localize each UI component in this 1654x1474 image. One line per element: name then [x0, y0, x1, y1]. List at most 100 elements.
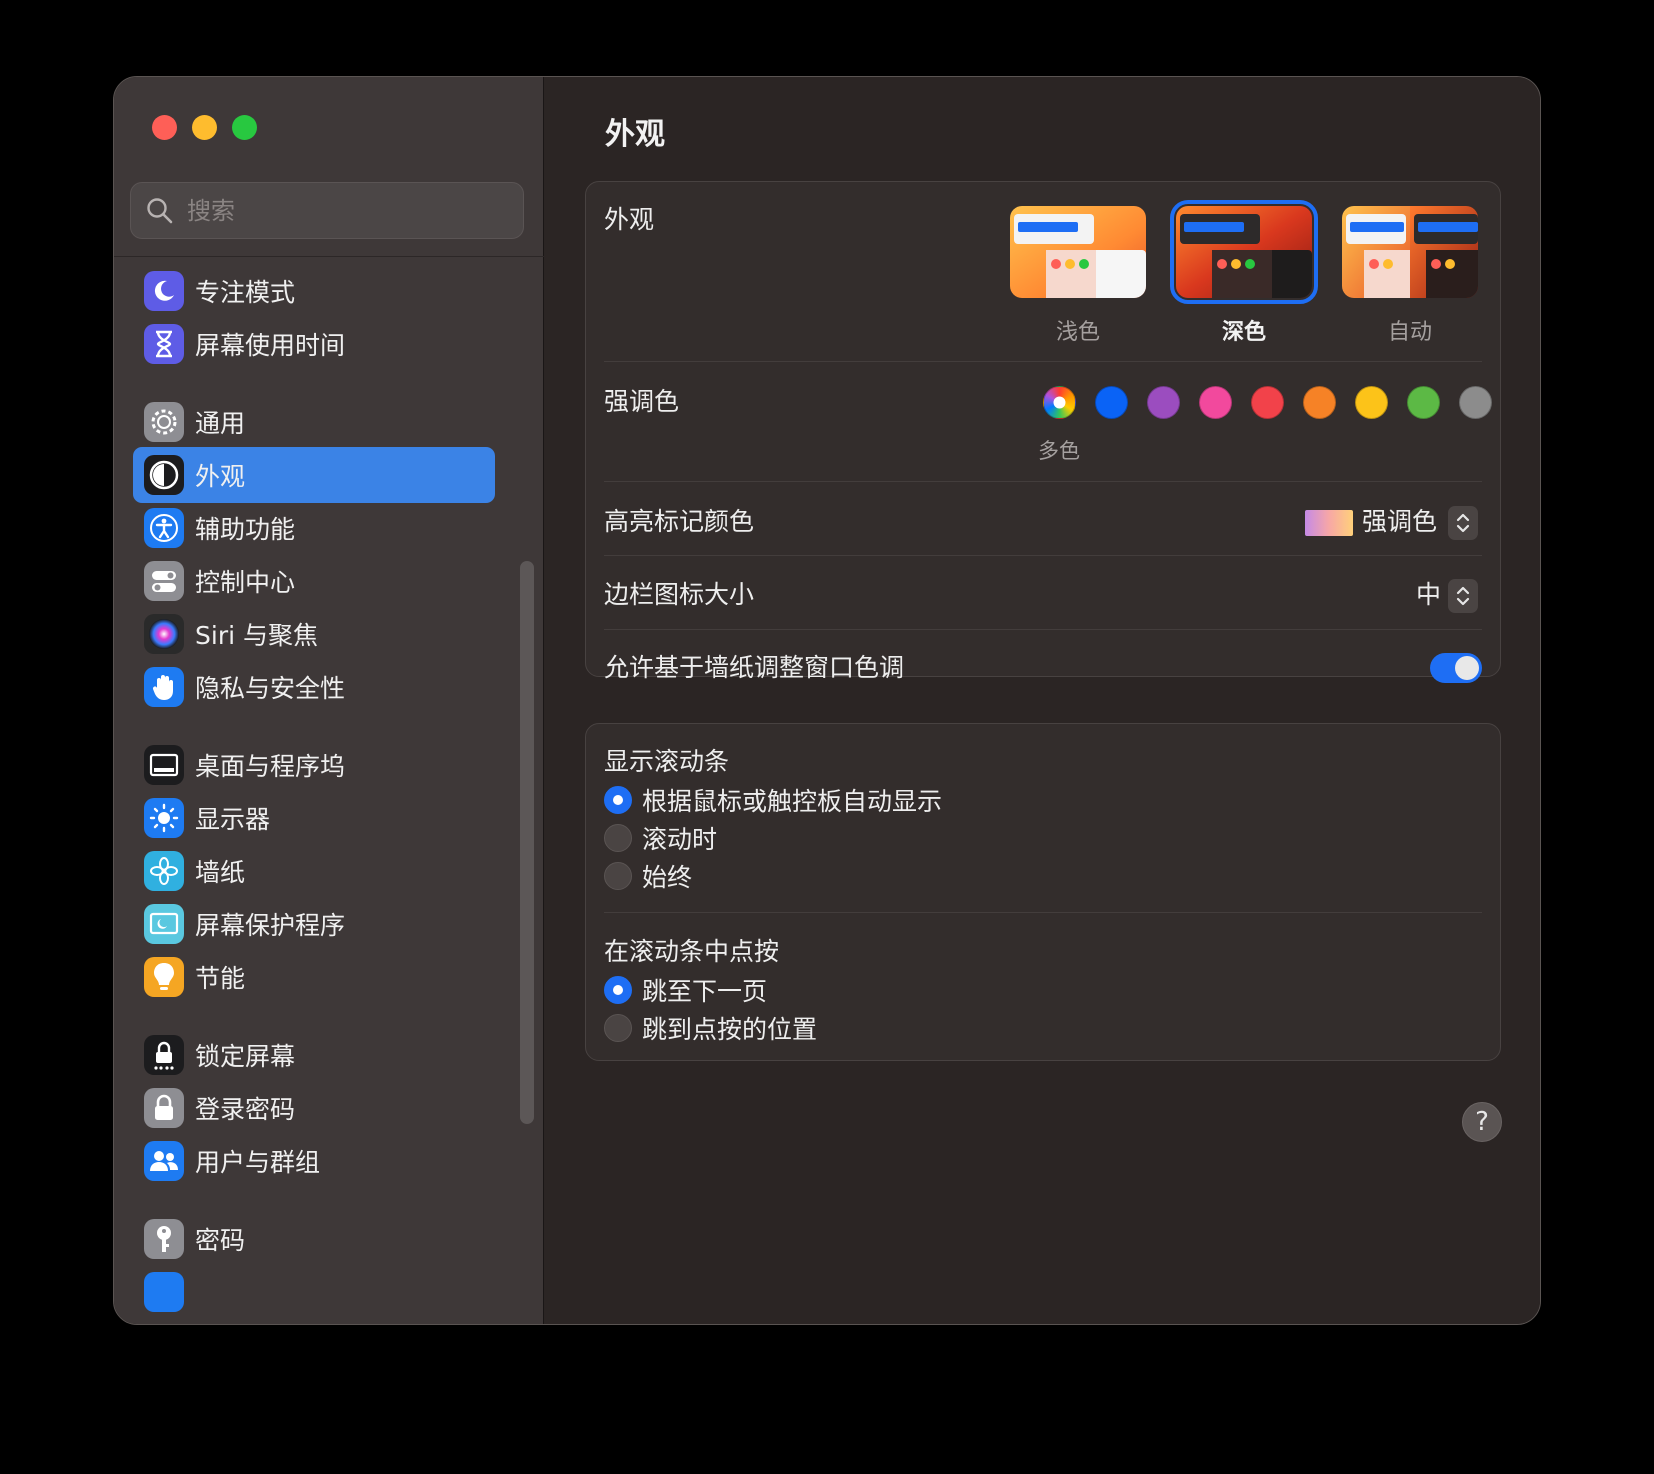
- lock-icon: [144, 1088, 184, 1128]
- radio-button[interactable]: [604, 824, 632, 852]
- sidebar-item-screensaver[interactable]: 屏幕保护程序: [133, 896, 495, 952]
- minimize-button[interactable]: [192, 115, 217, 140]
- sidebar-item-login-password[interactable]: 登录密码: [133, 1080, 495, 1136]
- sidebar-item-appearance[interactable]: 外观: [133, 447, 495, 503]
- scrollbar-auto-option[interactable]: 根据鼠标或触控板自动显示: [604, 782, 942, 818]
- accent-orange-swatch[interactable]: [1303, 386, 1336, 419]
- accent-blue-swatch[interactable]: [1095, 386, 1128, 419]
- moon-icon: [144, 271, 184, 311]
- main-pane: 外观 外观 浅色 深色 自动 强调色 多色 高亮标记颜色 强调色 边栏图标大小 …: [545, 77, 1540, 1324]
- highlight-color-swatch: [1305, 510, 1353, 536]
- appearance-light-option[interactable]: [1010, 206, 1146, 298]
- sidebar-item-label: 辅助功能: [195, 515, 296, 544]
- sidebar-item-control-center[interactable]: 控制中心: [133, 553, 495, 609]
- partial-item-icon: [144, 1272, 184, 1312]
- sidebar-item-focus[interactable]: 专注模式: [133, 263, 495, 319]
- window-controls: [152, 115, 257, 140]
- accent-red-swatch[interactable]: [1251, 386, 1284, 419]
- sidebar: 专注模式 屏幕使用时间 通用 外观: [114, 77, 544, 1324]
- appearance-card: 外观 浅色 深色 自动 强调色 多色 高亮标记颜色 强调色 边栏图标大小 中 允…: [585, 181, 1501, 683]
- sidebar-icon-size-stepper[interactable]: [1448, 579, 1478, 613]
- sidebar-item-screen-time[interactable]: 屏幕使用时间: [133, 316, 495, 372]
- sidebar-item-label: Siri 与聚焦: [195, 621, 318, 650]
- lock-screen-icon: [144, 1035, 184, 1075]
- scrollbar-card: 显示滚动条 根据鼠标或触控板自动显示 滚动时 始终 在滚动条中点按 跳至下一页: [585, 723, 1501, 1061]
- radio-button[interactable]: [604, 1014, 632, 1042]
- sidebar-item-label: 锁定屏幕: [195, 1042, 296, 1071]
- sidebar-item-label: 专注模式: [195, 278, 296, 307]
- sidebar-item-partial[interactable]: [133, 1264, 495, 1320]
- radio-label: 根据鼠标或触控板自动显示: [642, 787, 943, 816]
- appearance-light-caption: 浅色: [1055, 320, 1100, 345]
- separator: [604, 912, 1482, 913]
- highlight-popup-value[interactable]: 强调色: [1362, 502, 1437, 538]
- sidebar-scrollbar[interactable]: [520, 561, 534, 1124]
- sidebar-item-wallpaper[interactable]: 墙纸: [133, 843, 495, 899]
- search-box[interactable]: [130, 182, 524, 239]
- sidebar-item-desktop-dock[interactable]: 桌面与程序坞: [133, 737, 495, 793]
- accent-label: 强调色: [604, 387, 680, 416]
- radio-label: 跳至下一页: [642, 977, 768, 1006]
- sidebar-item-lock-screen[interactable]: 锁定屏幕: [133, 1027, 495, 1083]
- highlight-stepper[interactable]: [1448, 506, 1478, 540]
- sidebar-item-label: 显示器: [195, 805, 271, 834]
- control-center-icon: [144, 561, 184, 601]
- accent-purple-swatch[interactable]: [1147, 386, 1180, 419]
- help-button[interactable]: ?: [1462, 1102, 1502, 1142]
- appearance-auto-option[interactable]: [1342, 206, 1478, 298]
- jump-next-page-option[interactable]: 跳至下一页: [604, 972, 767, 1008]
- flower-icon: [144, 851, 184, 891]
- hourglass-icon: [144, 324, 184, 364]
- hand-icon: [144, 667, 184, 707]
- sidebar-item-displays[interactable]: 显示器: [133, 790, 495, 846]
- accent-green-swatch[interactable]: [1407, 386, 1440, 419]
- sidebar-item-siri[interactable]: Siri 与聚焦: [133, 606, 495, 662]
- sidebar-item-label: 桌面与程序坞: [195, 752, 346, 781]
- radio-button[interactable]: [604, 976, 632, 1004]
- sidebar-item-energy[interactable]: 节能: [133, 949, 495, 1005]
- separator: [604, 361, 1482, 362]
- sidebar-item-label: 登录密码: [195, 1095, 296, 1124]
- separator: [604, 629, 1482, 630]
- separator: [604, 481, 1482, 482]
- siri-icon: [144, 614, 184, 654]
- sidebar-item-users-groups[interactable]: 用户与群组: [133, 1133, 495, 1189]
- sidebar-item-passwords[interactable]: 密码: [133, 1211, 495, 1267]
- screensaver-icon: [144, 904, 184, 944]
- accent-yellow-swatch[interactable]: [1355, 386, 1388, 419]
- scrollbar-always-option[interactable]: 始终: [604, 858, 692, 894]
- gear-icon: [144, 402, 184, 442]
- dock-icon: [144, 745, 184, 785]
- sidebar-item-privacy[interactable]: 隐私与安全性: [133, 659, 495, 715]
- wallpaper-tint-toggle[interactable]: [1430, 653, 1482, 683]
- close-button[interactable]: [152, 115, 177, 140]
- accent-multicolor-swatch[interactable]: [1043, 386, 1076, 419]
- search-input[interactable]: [187, 196, 487, 225]
- jump-clicked-spot-option[interactable]: 跳到点按的位置: [604, 1010, 817, 1046]
- accent-pink-swatch[interactable]: [1199, 386, 1232, 419]
- appearance-dark-caption: 深色: [1221, 320, 1266, 345]
- sidebar-item-label: 控制中心: [195, 568, 296, 597]
- accent-graphite-swatch[interactable]: [1459, 386, 1492, 419]
- separator: [604, 555, 1482, 556]
- sidebar-item-general[interactable]: 通用: [133, 394, 495, 450]
- zoom-button[interactable]: [232, 115, 257, 140]
- sidebar-item-label: 节能: [195, 964, 246, 993]
- sidebar-icon-size-label: 边栏图标大小: [604, 580, 755, 609]
- sidebar-item-accessibility[interactable]: 辅助功能: [133, 500, 495, 556]
- sidebar-item-label: 隐私与安全性: [195, 674, 346, 703]
- page-title: 外观: [605, 117, 665, 152]
- radio-label: 跳到点按的位置: [642, 1015, 818, 1044]
- sidebar-icon-size-value[interactable]: 中: [1416, 575, 1441, 611]
- settings-window: 专注模式 屏幕使用时间 通用 外观: [113, 76, 1541, 1325]
- radio-label: 滚动时: [642, 825, 718, 854]
- key-icon: [144, 1219, 184, 1259]
- scrollbar-when-scrolling-option[interactable]: 滚动时: [604, 820, 717, 856]
- sidebar-item-label: 屏幕使用时间: [195, 331, 346, 360]
- radio-button[interactable]: [604, 862, 632, 890]
- appearance-dark-option[interactable]: [1170, 200, 1318, 304]
- sun-icon: [144, 798, 184, 838]
- radio-button[interactable]: [604, 786, 632, 814]
- users-icon: [144, 1141, 184, 1181]
- appearance-auto-caption: 自动: [1387, 320, 1432, 345]
